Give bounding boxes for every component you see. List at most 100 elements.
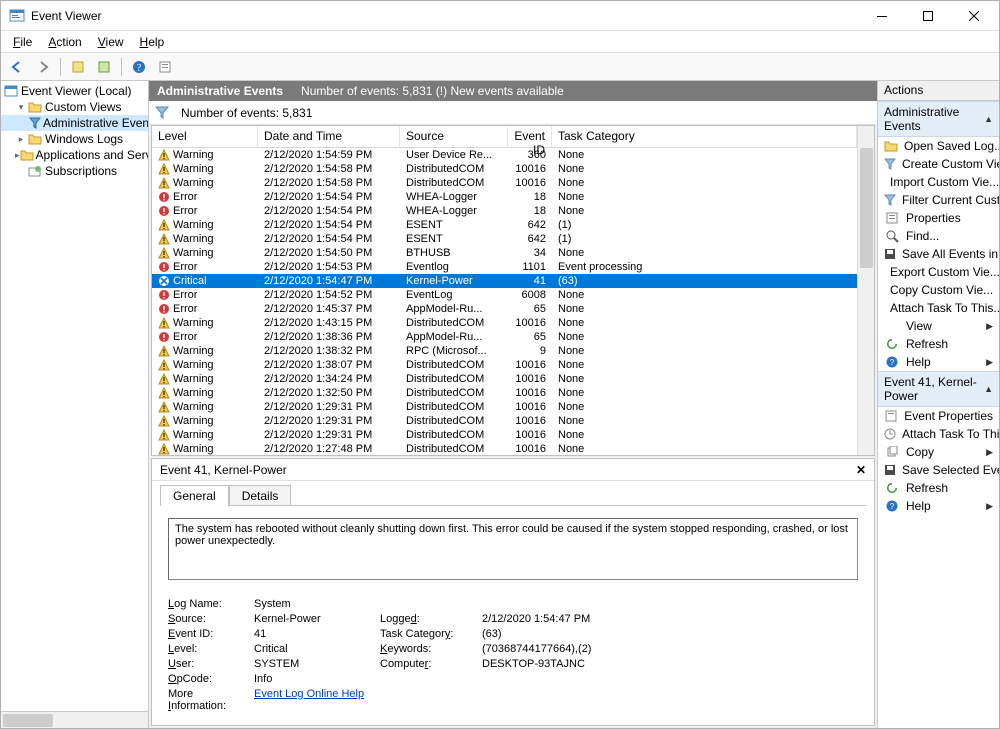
- menu-view[interactable]: View: [90, 33, 132, 51]
- action-copy[interactable]: Copy▶: [878, 443, 999, 461]
- chevron-right-icon: ▶: [986, 447, 993, 458]
- event-row[interactable]: Warning2/12/2020 1:32:50 PMDistributedCO…: [152, 386, 857, 400]
- event-row[interactable]: Warning2/12/2020 1:27:48 PMDistributedCO…: [152, 442, 857, 455]
- nav-forward-button[interactable]: [31, 56, 55, 78]
- toolbar-btn-3[interactable]: [153, 56, 177, 78]
- tree-windows-logs[interactable]: ▸ Windows Logs: [1, 131, 148, 147]
- close-button[interactable]: [951, 1, 997, 31]
- content-summary: Number of events: 5,831 (!) New events a…: [301, 84, 564, 98]
- tab-details[interactable]: Details: [229, 485, 292, 506]
- online-help-link[interactable]: Event Log Online Help: [254, 688, 374, 712]
- event-row[interactable]: Warning2/12/2020 1:54:54 PMESENT642(1): [152, 218, 857, 232]
- action-view[interactable]: View▶: [878, 317, 999, 335]
- event-row[interactable]: Error2/12/2020 1:54:54 PMWHEA-Logger18No…: [152, 190, 857, 204]
- action-filter-current[interactable]: Filter Current Cust...: [878, 191, 999, 209]
- action-attach-task[interactable]: Attach Task To This...: [878, 299, 999, 317]
- col-date[interactable]: Date and Time: [258, 126, 400, 147]
- filter-icon: [884, 156, 896, 172]
- event-row[interactable]: Warning2/12/2020 1:34:24 PMDistributedCO…: [152, 372, 857, 386]
- col-eventid[interactable]: Event ID: [508, 126, 552, 147]
- action-save-all-events[interactable]: Save All Events in ...: [878, 245, 999, 263]
- col-category[interactable]: Task Category: [552, 126, 857, 147]
- toolbar-btn-1[interactable]: [66, 56, 90, 78]
- action-properties[interactable]: Properties: [878, 209, 999, 227]
- maximize-button[interactable]: [905, 1, 951, 31]
- event-row[interactable]: Warning2/12/2020 1:54:50 PMBTHUSB34None: [152, 246, 857, 260]
- copy-icon: [884, 444, 900, 460]
- menu-action[interactable]: Action: [40, 33, 89, 51]
- action-find[interactable]: Find...: [878, 227, 999, 245]
- nav-back-button[interactable]: [5, 56, 29, 78]
- col-level[interactable]: Level: [152, 126, 258, 147]
- action-help-2[interactable]: ?Help▶: [878, 497, 999, 515]
- menu-help[interactable]: Help: [132, 33, 173, 51]
- svg-text:?: ?: [890, 358, 895, 367]
- content-title: Administrative Events: [157, 84, 283, 98]
- action-import-custom-view[interactable]: Import Custom Vie...: [878, 173, 999, 191]
- event-row[interactable]: Error2/12/2020 1:54:54 PMWHEA-Logger18No…: [152, 204, 857, 218]
- filter-icon[interactable]: [155, 105, 171, 121]
- eventviewer-icon: [3, 83, 19, 99]
- event-row[interactable]: Warning2/12/2020 1:29:31 PMDistributedCO…: [152, 428, 857, 442]
- event-row[interactable]: Warning2/12/2020 1:38:07 PMDistributedCO…: [152, 358, 857, 372]
- event-row[interactable]: Warning2/12/2020 1:29:31 PMDistributedCO…: [152, 414, 857, 428]
- event-row[interactable]: Warning2/12/2020 1:54:59 PMUser Device R…: [152, 148, 857, 162]
- detail-title: Event 41, Kernel-Power: [160, 463, 287, 477]
- action-export-custom-view[interactable]: Export Custom Vie...: [878, 263, 999, 281]
- event-row[interactable]: Error2/12/2020 1:54:53 PMEventlog1101Eve…: [152, 260, 857, 274]
- save-icon: [884, 246, 896, 262]
- event-row[interactable]: Error2/12/2020 1:45:37 PMAppModel-Ru...6…: [152, 302, 857, 316]
- actions-group-admin[interactable]: Administrative Events▲: [878, 101, 999, 137]
- chevron-right-icon: ▶: [986, 321, 993, 332]
- h-scrollbar[interactable]: [1, 711, 148, 728]
- column-headers[interactable]: Level Date and Time Source Event ID Task…: [152, 126, 857, 148]
- menu-file[interactable]: File: [5, 33, 40, 51]
- event-row[interactable]: Critical2/12/2020 1:54:47 PMKernel-Power…: [152, 274, 857, 288]
- tree-custom-views[interactable]: ▾ Custom Views: [1, 99, 148, 115]
- expand-icon[interactable]: ▸: [15, 134, 27, 145]
- action-attach-task-event[interactable]: Attach Task To This...: [878, 425, 999, 443]
- action-create-custom-view[interactable]: Create Custom Vie...: [878, 155, 999, 173]
- help-icon: ?: [884, 498, 900, 514]
- tab-general[interactable]: General: [160, 485, 229, 506]
- action-save-selected[interactable]: Save Selected Even...: [878, 461, 999, 479]
- action-open-saved-log[interactable]: Open Saved Log...: [878, 137, 999, 155]
- event-row[interactable]: Warning2/12/2020 1:38:32 PMRPC (Microsof…: [152, 344, 857, 358]
- action-refresh[interactable]: Refresh: [878, 335, 999, 353]
- actions-group-event[interactable]: Event 41, Kernel-Power▲: [878, 371, 999, 407]
- tree-admin-events[interactable]: Administrative Events: [1, 115, 148, 131]
- tree-root[interactable]: Event Viewer (Local): [1, 83, 148, 99]
- filter-row: Number of events: 5,831: [149, 101, 877, 125]
- minimize-button[interactable]: [859, 1, 905, 31]
- event-row[interactable]: Warning2/12/2020 1:54:58 PMDistributedCO…: [152, 176, 857, 190]
- toolbar-help-button[interactable]: ?: [127, 56, 151, 78]
- properties-icon: [884, 210, 900, 226]
- warning-icon: [158, 359, 170, 371]
- event-row[interactable]: Warning2/12/2020 1:54:58 PMDistributedCO…: [152, 162, 857, 176]
- col-source[interactable]: Source: [400, 126, 508, 147]
- warning-icon: [158, 247, 170, 259]
- action-refresh-2[interactable]: Refresh: [878, 479, 999, 497]
- tree-app-services[interactable]: ▸ Applications and Services Lo: [1, 147, 148, 163]
- error-icon: [158, 261, 170, 273]
- action-help[interactable]: ?Help▶: [878, 353, 999, 371]
- refresh-icon: [884, 336, 900, 352]
- folder-icon: [27, 131, 43, 147]
- v-scrollbar[interactable]: [857, 126, 874, 455]
- action-copy-custom-view[interactable]: Copy Custom Vie...: [878, 281, 999, 299]
- action-event-properties[interactable]: Event Properties: [878, 407, 999, 425]
- chevron-up-icon: ▲: [984, 114, 993, 124]
- tree-subscriptions[interactable]: Subscriptions: [1, 163, 148, 179]
- collapse-icon[interactable]: ▾: [15, 102, 27, 113]
- event-row[interactable]: Warning2/12/2020 1:43:15 PMDistributedCO…: [152, 316, 857, 330]
- titlebar: Event Viewer: [1, 1, 999, 31]
- event-row[interactable]: Error2/12/2020 1:38:36 PMAppModel-Ru...6…: [152, 330, 857, 344]
- toolbar-btn-2[interactable]: [92, 56, 116, 78]
- chevron-right-icon: ▶: [986, 357, 993, 368]
- event-row[interactable]: Warning2/12/2020 1:29:31 PMDistributedCO…: [152, 400, 857, 414]
- event-row[interactable]: Warning2/12/2020 1:54:54 PMESENT642(1): [152, 232, 857, 246]
- event-row[interactable]: Error2/12/2020 1:54:52 PMEventLog6008Non…: [152, 288, 857, 302]
- event-list[interactable]: Level Date and Time Source Event ID Task…: [152, 126, 857, 455]
- detail-close-button[interactable]: ✕: [856, 463, 866, 477]
- actions-pane: Actions Administrative Events▲ Open Save…: [877, 81, 999, 728]
